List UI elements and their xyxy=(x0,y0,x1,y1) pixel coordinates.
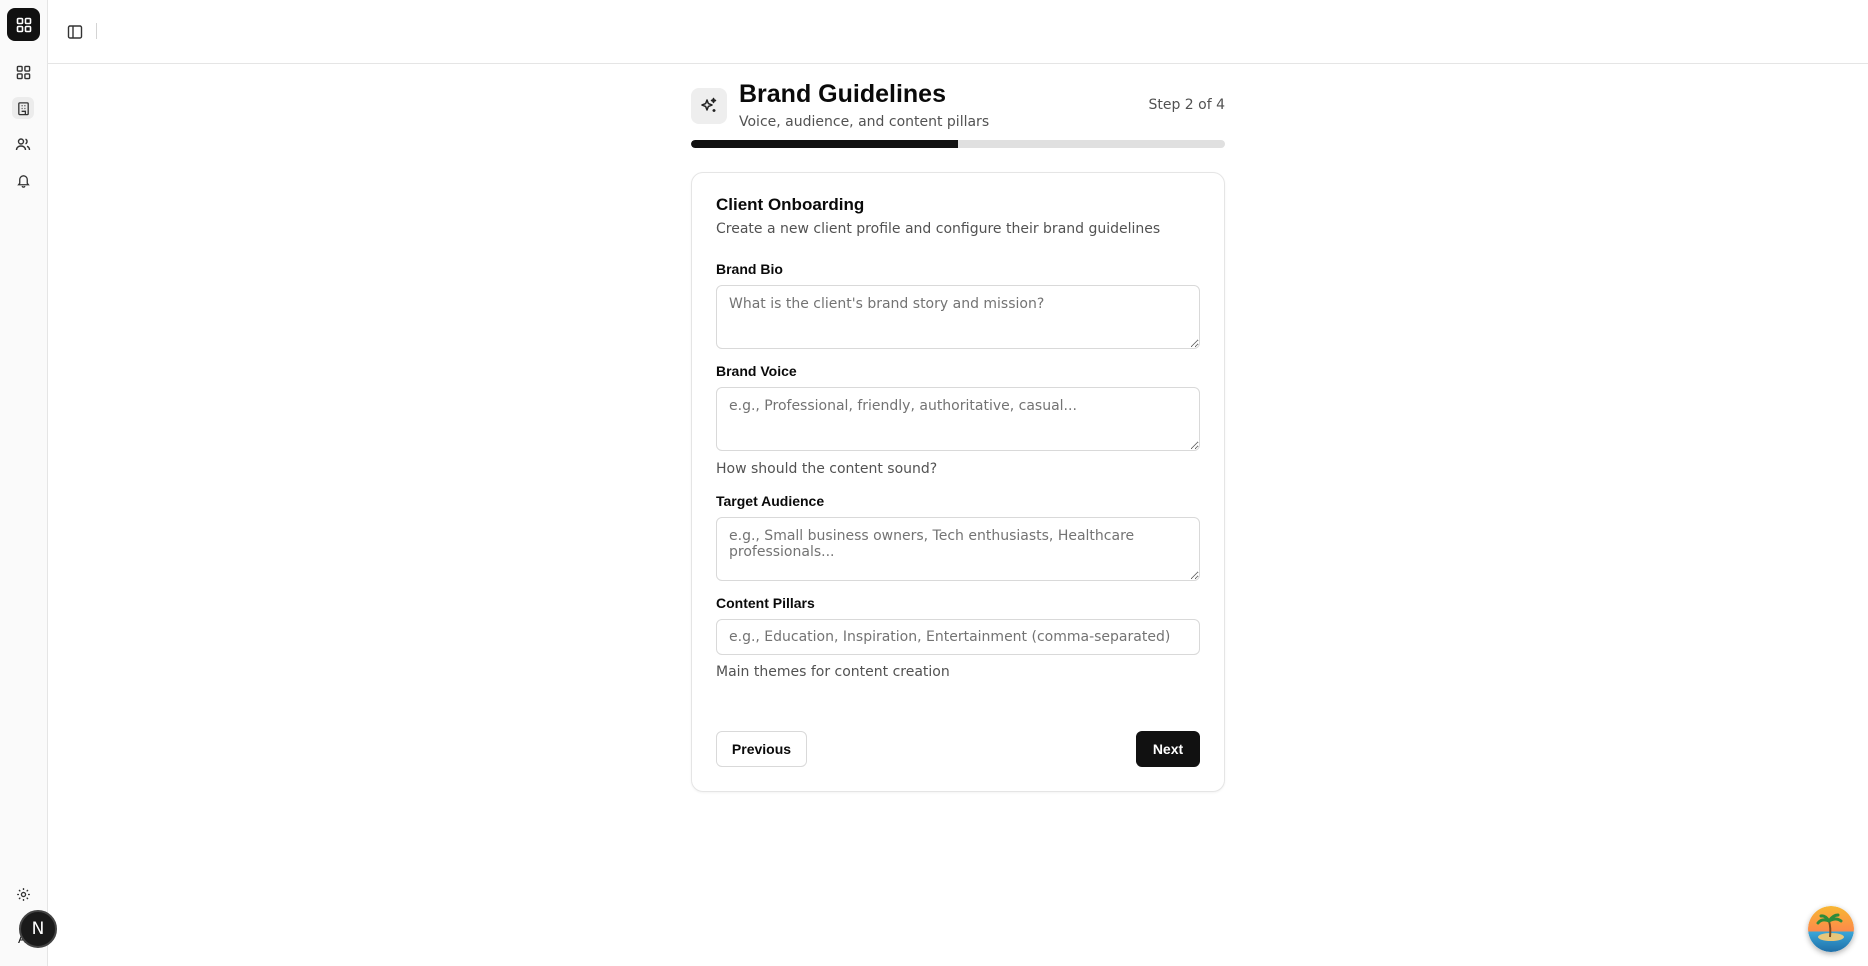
sidebar-toggle-button[interactable] xyxy=(64,21,86,43)
gear-icon xyxy=(16,887,30,901)
topbar-divider xyxy=(96,23,97,39)
page-header: Brand Guidelines Voice, audience, and co… xyxy=(691,80,1225,140)
target-audience-field[interactable] xyxy=(716,517,1200,581)
content-pillars-hint: Main themes for content creation xyxy=(716,664,950,680)
content-pillars-label: Content Pillars xyxy=(716,595,815,611)
sidebar-item-notifications[interactable] xyxy=(12,169,34,191)
brand-bio-label: Brand Bio xyxy=(716,261,783,277)
onboarding-card: Client Onboarding Create a new client pr… xyxy=(691,172,1225,792)
brand-voice-field[interactable] xyxy=(716,387,1200,451)
page-subtitle: Voice, audience, and content pillars xyxy=(739,114,990,130)
brand-voice-label: Brand Voice xyxy=(716,363,797,379)
settings-button[interactable] xyxy=(13,884,33,904)
sidebar: A N xyxy=(0,0,57,966)
panel-left-icon xyxy=(67,25,83,39)
progress-bar-fill xyxy=(691,140,958,148)
progress-bar xyxy=(691,140,1225,148)
top-bar xyxy=(48,0,1868,64)
sidebar-item-clients[interactable] xyxy=(12,97,34,119)
sidebar-item-dashboard[interactable] xyxy=(12,61,34,83)
app-logo-icon[interactable] xyxy=(7,8,40,41)
sidebar-item-users[interactable] xyxy=(12,133,34,155)
next-button[interactable]: Next xyxy=(1136,731,1200,767)
content-pillars-field[interactable] xyxy=(716,619,1200,655)
page-title: Brand Guidelines xyxy=(739,80,946,108)
assistant-widget-button[interactable] xyxy=(1808,906,1854,952)
island-icon xyxy=(1808,906,1854,952)
bell-icon xyxy=(16,174,30,188)
step-indicator: Step 2 of 4 xyxy=(1148,97,1225,113)
brand-voice-hint: How should the content sound? xyxy=(716,461,938,477)
avatar[interactable]: N xyxy=(19,910,57,948)
building-icon xyxy=(17,101,29,115)
brand-bio-field[interactable] xyxy=(716,285,1200,349)
target-audience-label: Target Audience xyxy=(716,493,825,509)
sparkles-icon xyxy=(691,88,727,124)
card-description: Create a new client profile and configur… xyxy=(716,221,1161,237)
users-icon xyxy=(15,138,31,151)
grid-icon xyxy=(16,65,30,79)
card-title: Client Onboarding xyxy=(716,195,865,214)
previous-button[interactable]: Previous xyxy=(716,731,807,767)
